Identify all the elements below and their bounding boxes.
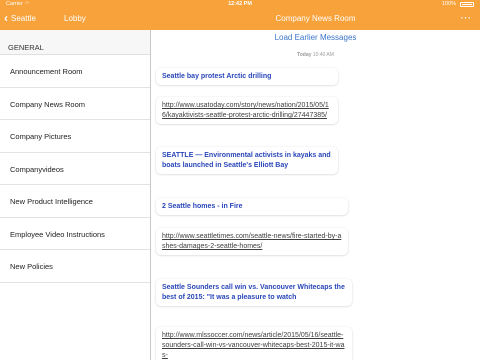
date-time: 10:40 AM — [312, 52, 334, 58]
battery-icon — [460, 2, 474, 7]
sidebar: GENERAL Announcement Room Company News R… — [0, 30, 150, 360]
top-bar: Carrier ◠ 12:42 PM 100% ‹ Seattle Lobby … — [0, 0, 480, 30]
message-bubble[interactable]: Seattle bay protest Arctic drilling — [156, 68, 338, 85]
sidebar-item-new-policies[interactable]: New Policies — [0, 250, 150, 283]
message-headline[interactable]: Seattle Sounders call win vs. Vancouver … — [162, 283, 346, 303]
sidebar-item-label: Announcement Room — [10, 67, 83, 76]
sidebar-item-announcement-room[interactable]: Announcement Room — [0, 55, 150, 88]
chevron-left-icon: ‹ — [4, 11, 8, 25]
back-button[interactable]: ‹ Seattle — [4, 11, 36, 25]
message-bubble[interactable]: SEATTLE — Environmental activists in kay… — [156, 147, 338, 174]
date-day: Today — [297, 52, 312, 58]
ellipsis-icon[interactable]: ⋯ — [460, 11, 472, 24]
sidebar-item-label: New Policies — [10, 262, 53, 271]
message-bubble[interactable]: http://www.mlssoccer.com/news/article/20… — [156, 327, 352, 360]
back-button-label: Seattle — [11, 13, 36, 23]
section-header-label: GENERAL — [8, 43, 44, 52]
message-bubble[interactable]: http://www.seattletimes.com/seattle-news… — [156, 228, 348, 255]
message-bubble[interactable]: http://www.usatoday.com/story/news/natio… — [156, 97, 338, 124]
message-link[interactable]: http://www.mlssoccer.com/news/article/20… — [162, 331, 346, 360]
message-bubble[interactable]: 2 Seattle homes - in Fire — [156, 198, 348, 215]
page-title: Company News Room — [275, 14, 356, 23]
message-bubble[interactable]: Seattle Sounders call win vs. Vancouver … — [156, 279, 352, 306]
message-headline[interactable]: Seattle bay protest Arctic drilling — [162, 72, 332, 82]
sidebar-item-employee-video-instructions[interactable]: Employee Video Instructions — [0, 218, 150, 250]
status-time: 12:42 PM — [228, 1, 252, 7]
sidebar-item-label: Company Pictures — [10, 132, 72, 141]
sidebar-item-company-news-room[interactable]: Company News Room — [0, 88, 150, 120]
sidebar-item-companyvideos[interactable]: Companyvideos — [0, 153, 150, 185]
battery-percent: 100% — [441, 1, 456, 7]
status-bar: Carrier ◠ 12:42 PM 100% — [0, 0, 480, 9]
message-headline[interactable]: 2 Seattle homes - in Fire — [162, 202, 342, 212]
message-link[interactable]: http://www.seattletimes.com/seattle-news… — [162, 232, 342, 252]
sidebar-title: Lobby — [64, 14, 86, 23]
sidebar-item-new-product-intelligence[interactable]: New Product Intelligence — [0, 185, 150, 218]
sidebar-item-label: New Product Intelligence — [10, 197, 93, 206]
sidebar-nav-bar: ‹ Seattle Lobby — [0, 9, 150, 30]
message-link[interactable]: http://www.usatoday.com/story/news/natio… — [162, 101, 332, 121]
section-header: GENERAL — [0, 30, 150, 55]
chat-nav-bar: Company News Room ⋯ — [151, 9, 480, 30]
room-list: Announcement Room Company News Room Comp… — [0, 55, 150, 283]
load-earlier-button[interactable]: Load Earlier Messages — [151, 33, 480, 42]
date-separator: Today 10:40 AM — [151, 52, 480, 58]
sidebar-item-label: Employee Video Instructions — [10, 229, 105, 239]
sidebar-item-label: Company News Room — [10, 99, 86, 109]
chat-pane: Load Earlier Messages Today 10:40 AM Sea… — [151, 30, 480, 360]
sidebar-item-company-pictures[interactable]: Company Pictures — [0, 120, 150, 153]
sidebar-item-label: Companyvideos — [10, 164, 64, 174]
message-headline[interactable]: SEATTLE — Environmental activists in kay… — [162, 151, 332, 171]
